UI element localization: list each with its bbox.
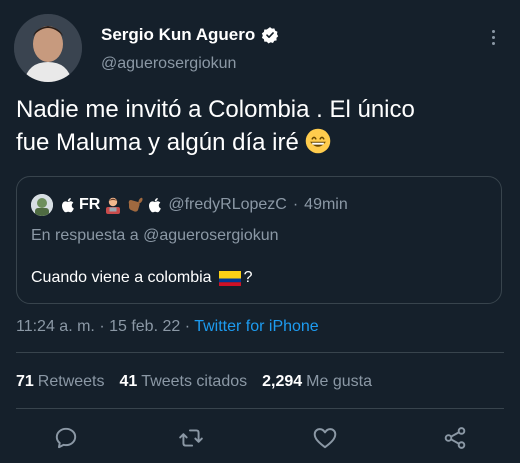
call-me-hand-emoji-icon: [129, 197, 143, 212]
retweet-icon[interactable]: [178, 425, 204, 451]
likes-label: Me gusta: [306, 373, 372, 390]
quoted-tweet-text: Cuando viene a colombia ?: [31, 269, 252, 287]
retweets-count: 71: [16, 373, 34, 390]
like-heart-icon[interactable]: [312, 425, 338, 451]
quoted-author-name[interactable]: FR: [61, 196, 162, 214]
author-name-row: Sergio Kun Aguero: [101, 25, 279, 45]
share-icon[interactable]: [442, 425, 468, 451]
divider: [16, 408, 504, 409]
quote-tweets-stat[interactable]: 41 Tweets citados: [120, 373, 248, 391]
apple-logo-icon: [61, 198, 74, 213]
colombia-flag-emoji-icon: [218, 270, 241, 286]
quoted-tweet-card[interactable]: FR @fredyRLopezC · 49min En respuesta a …: [16, 176, 502, 304]
man-technologist-emoji-icon: [106, 197, 121, 214]
likes-count: 2,294: [262, 373, 303, 390]
quote-tweets-count: 41: [119, 373, 138, 390]
verified-badge-icon: [262, 27, 279, 44]
author-name[interactable]: Sergio Kun Aguero: [101, 25, 255, 45]
reply-mention-link[interactable]: @aguerosergiokun: [143, 227, 278, 244]
author-avatar[interactable]: [14, 14, 82, 82]
quoted-tweet-header: FR @fredyRLopezC · 49min: [31, 193, 348, 217]
likes-stat[interactable]: 2,294 Me gusta: [262, 373, 372, 391]
quoted-text: Cuando viene a colombia: [31, 269, 212, 286]
tweet-stats: 71 Retweets 41 Tweets citados 2,294 Me gust…: [16, 373, 372, 391]
grinning-face-emoji-icon: [305, 128, 331, 154]
tweet-source-link[interactable]: Twitter for iPhone: [194, 318, 319, 335]
author-handle[interactable]: @aguerosergiokun: [101, 55, 236, 73]
tweet-text: Nadie me invitó a Colombia . El único fu…: [16, 93, 486, 159]
tweet-detail: Sergio Kun Aguero @aguerosergiokun Nadie…: [0, 0, 520, 463]
quoted-author-avatar: [31, 194, 53, 216]
apple-logo-icon: [149, 198, 162, 213]
quoted-time[interactable]: 49min: [304, 196, 348, 214]
quoted-text-suffix: ?: [243, 269, 253, 286]
quoted-separator: ·: [292, 196, 299, 213]
reply-prefix: En respuesta a: [31, 227, 139, 244]
quoted-author-name-text: FR: [79, 196, 101, 213]
tweet-actions: [0, 425, 520, 455]
tweet-meta: 11:24 a. m. · 15 feb. 22 · Twitter for i…: [16, 318, 319, 336]
quote-tweets-label: Tweets citados: [141, 373, 248, 390]
divider: [16, 352, 504, 353]
tweet-time[interactable]: 11:24 a. m.: [16, 318, 95, 335]
reply-icon[interactable]: [53, 425, 79, 451]
retweets-label: Retweets: [37, 373, 105, 390]
tweet-date[interactable]: 15 feb. 22: [109, 318, 180, 335]
quoted-author-handle[interactable]: @fredyRLopezC: [168, 196, 287, 214]
meta-separator: ·: [99, 318, 105, 335]
tweet-text-line-2: fue Maluma y algún día iré: [16, 129, 299, 156]
reply-context: En respuesta a @aguerosergiokun: [31, 227, 279, 245]
retweets-stat[interactable]: 71 Retweets: [16, 373, 105, 391]
tweet-text-line-1: Nadie me invitó a Colombia . El único: [16, 96, 415, 123]
meta-separator: ·: [184, 318, 191, 335]
more-options-icon[interactable]: [483, 22, 503, 52]
